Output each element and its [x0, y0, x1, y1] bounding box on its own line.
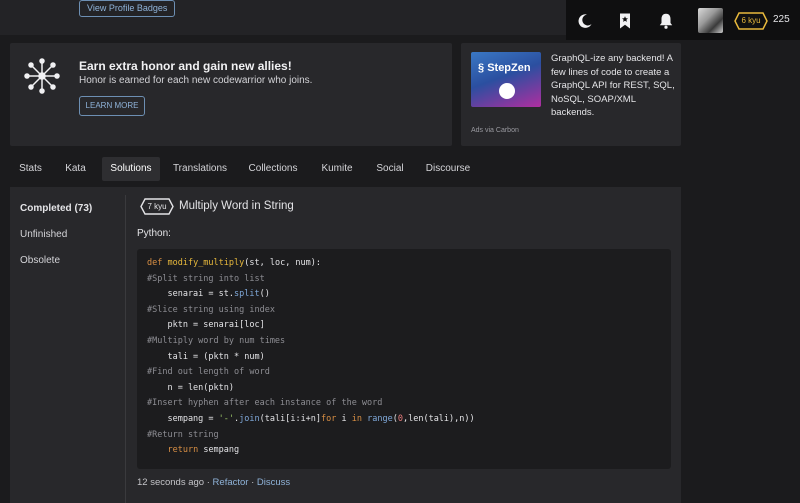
carbon-ad[interactable]: § StepZen GraphQL-ize any backend! A few…: [461, 43, 681, 146]
code-comment: #Multiply word by num times: [147, 335, 286, 346]
tab-translations[interactable]: Translations: [168, 157, 232, 181]
ad-line: backends.: [551, 107, 595, 118]
top-bar: View Profile Badges 6 kyu 225: [0, 0, 800, 40]
code-comment: #Slice string using index: [147, 304, 275, 315]
ad-text[interactable]: GraphQL-ize any backend! A few lines of …: [551, 52, 677, 120]
code-number: 0: [397, 413, 403, 424]
code-line: pktn = senarai[loc]: [147, 320, 265, 331]
footer-separator: ·: [206, 477, 210, 488]
tab-kumite[interactable]: Kumite: [314, 157, 360, 181]
code-block[interactable]: def modify_multiply(st, loc, num): #Spli…: [137, 249, 671, 469]
code-builtin: range: [367, 413, 393, 424]
code-line: def modify_multiply(st, loc, num):: [147, 258, 322, 268]
code-line: return sempang: [167, 445, 240, 456]
code-string: '-': [218, 413, 235, 424]
sidebar-item-completed[interactable]: Completed (73): [20, 203, 92, 214]
bell-icon[interactable]: [657, 12, 675, 30]
profile-header-strip: View Profile Badges: [0, 0, 566, 35]
code-line: senarai = st.split(): [147, 289, 270, 300]
referral-promo: Earn extra honor and gain new allies! Ho…: [10, 43, 452, 146]
solution-footer: 12 seconds ago · Refactor · Discuss: [137, 477, 290, 488]
code-comment: #Split string into list: [147, 273, 265, 284]
tab-stats[interactable]: Stats: [10, 157, 51, 181]
rank-label: 6 kyu: [741, 16, 761, 25]
sidebar-item-unfinished[interactable]: Unfinished: [20, 229, 67, 240]
sidebar-divider: [125, 195, 126, 503]
code-line: n = len(pktn): [147, 382, 234, 393]
avatar[interactable]: [698, 8, 723, 33]
stepzen-s-icon: §: [478, 62, 485, 74]
solutions-panel: Completed (73) Unfinished Obsolete 7 kyu…: [10, 187, 681, 503]
code-builtin: split: [234, 289, 260, 300]
moon-icon[interactable]: [576, 12, 594, 30]
code-function-name: modify_multiply: [167, 258, 245, 268]
ad-logo: § StepZen: [478, 62, 531, 74]
tab-collections[interactable]: Collections: [243, 157, 303, 181]
code-builtin: join: [239, 413, 260, 424]
code-keyword: for: [321, 413, 337, 424]
honor-count: 225: [773, 14, 790, 25]
bookmark-icon[interactable]: [616, 12, 634, 30]
network-icon: [24, 58, 60, 94]
ad-line: few lines of code to create a: [551, 66, 670, 78]
code-keyword: in: [351, 413, 363, 424]
footer-separator: ·: [251, 477, 255, 488]
kata-rank-badge: 7 kyu: [140, 198, 174, 215]
tab-social[interactable]: Social: [370, 157, 410, 181]
ad-line: NoSQL, SOAP/XML: [551, 93, 637, 105]
ad-line: GraphQL API for REST, SQL,: [551, 80, 675, 91]
ad-via-carbon[interactable]: Ads via Carbon: [471, 127, 519, 134]
refactor-link[interactable]: Refactor: [213, 477, 249, 488]
language-label: Python:: [137, 228, 171, 239]
sidebar-item-obsolete[interactable]: Obsolete: [20, 255, 60, 266]
promo-subtitle: Honor is earned for each new codewarrior…: [79, 75, 313, 86]
rank-badge: 6 kyu: [734, 12, 768, 30]
ad-image[interactable]: § StepZen: [471, 52, 541, 107]
promo-title: Earn extra honor and gain new allies!: [79, 59, 292, 73]
ad-logo-text: StepZen: [487, 62, 531, 74]
profile-tabs: Stats Kata Solutions Translations Collec…: [10, 157, 680, 181]
tab-discourse[interactable]: Discourse: [420, 157, 476, 181]
code-comment: #Insert hyphen after each instance of th…: [147, 398, 383, 409]
code-keyword: return: [167, 445, 199, 456]
code-comment: #Return string: [147, 429, 219, 440]
view-profile-badges-button[interactable]: View Profile Badges: [79, 0, 176, 17]
kata-rank-label: 7 kyu: [147, 202, 167, 211]
code-line: tali = (pktn * num): [147, 351, 265, 362]
tab-solutions[interactable]: Solutions: [102, 157, 160, 181]
code-keyword: def: [147, 258, 163, 268]
kata-title-link[interactable]: Multiply Word in String: [179, 200, 294, 212]
graphql-icon: [499, 83, 515, 99]
ad-line: GraphQL-ize any backend! A: [551, 53, 673, 64]
learn-more-button[interactable]: LEARN MORE: [79, 96, 145, 116]
solution-time: 12 seconds ago: [137, 477, 205, 488]
tab-kata[interactable]: Kata: [57, 157, 94, 181]
discuss-link[interactable]: Discuss: [257, 477, 290, 488]
code-comment: #Find out length of word: [147, 367, 270, 378]
code-line: sempang = '-'.join(tali[i:i+n]for i in r…: [147, 413, 475, 424]
